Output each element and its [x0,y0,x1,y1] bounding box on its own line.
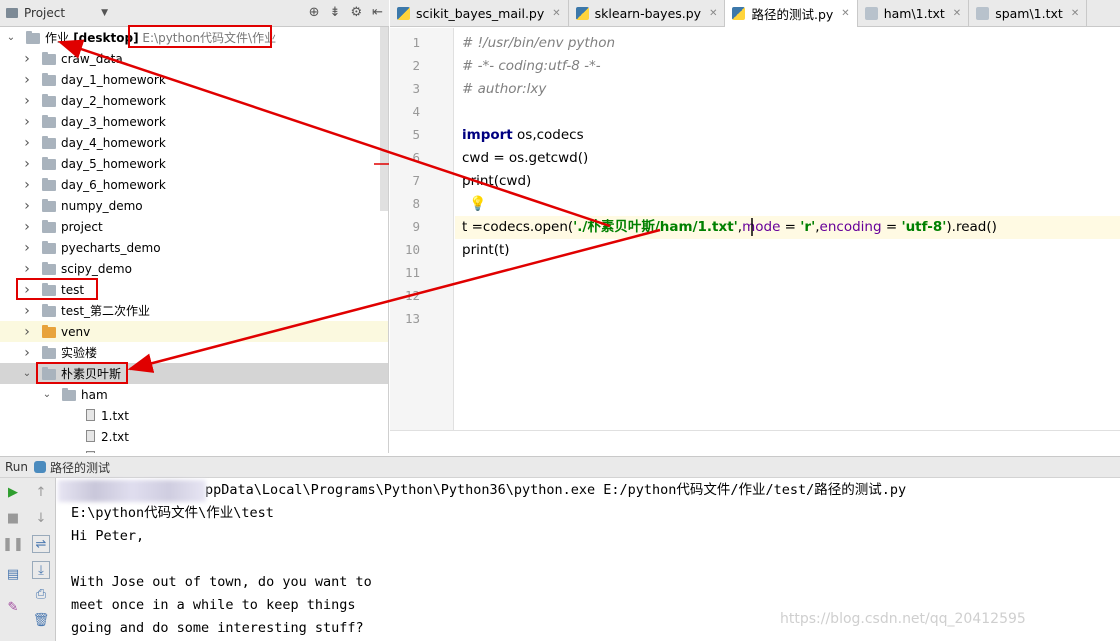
annotation-arrows [57,39,753,373]
watermark: https://blog.csdn.net/qq_20412595 [780,611,1026,627]
arrow-to-root [57,39,611,228]
arrow-to-bayes [127,228,661,373]
